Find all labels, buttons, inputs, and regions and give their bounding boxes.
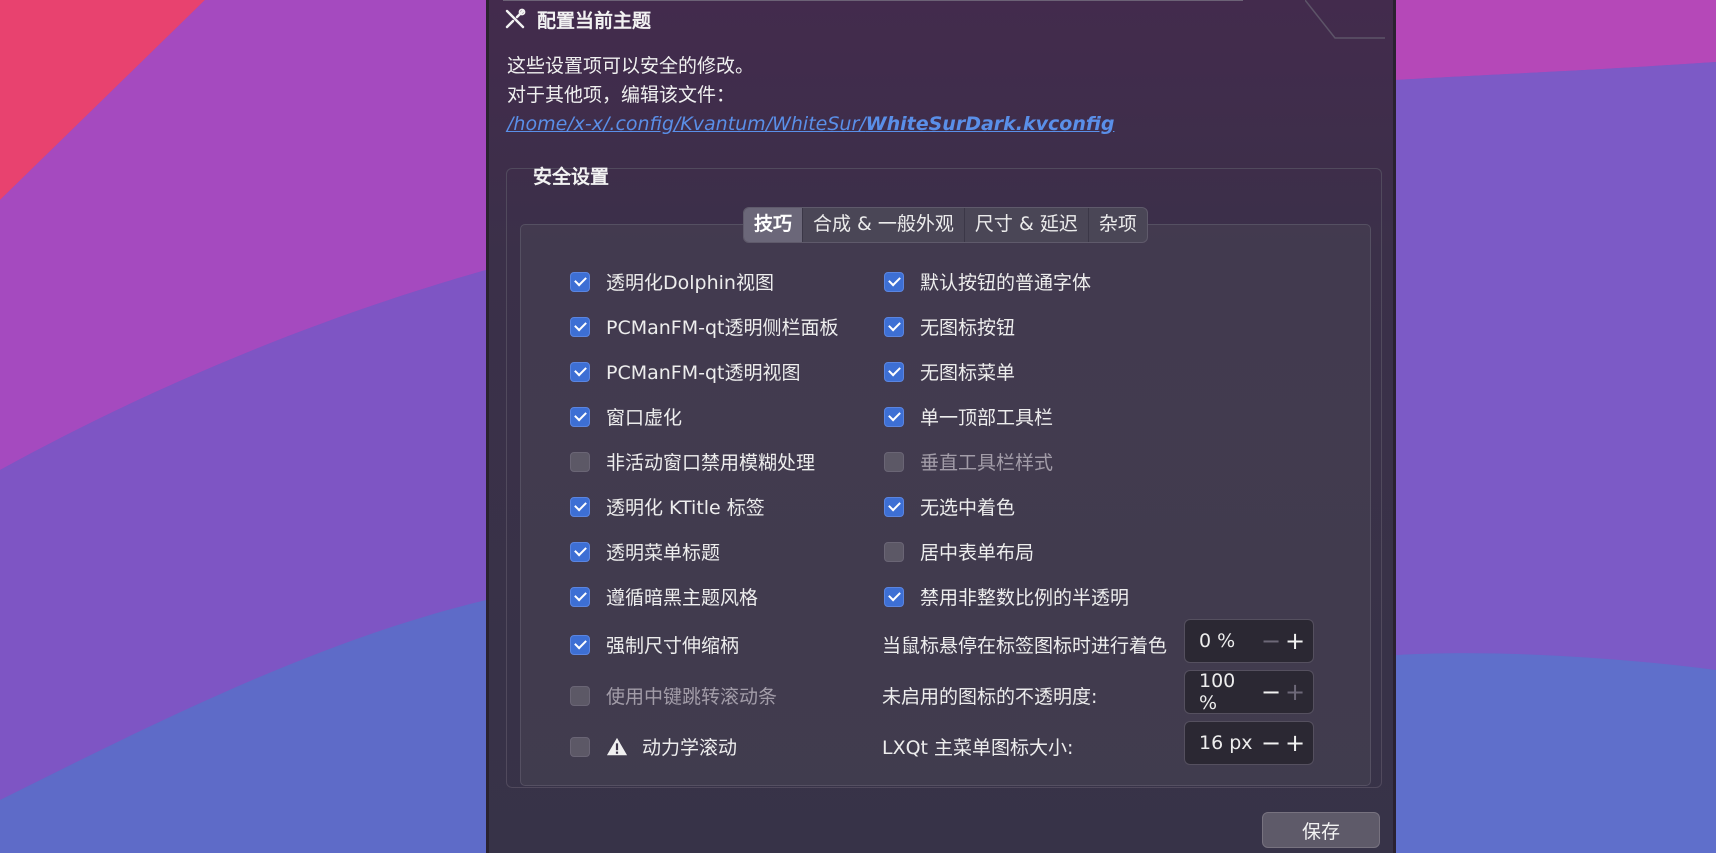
option-pcmanfm-transparent-view[interactable]: PCManFM-qt透明视图 — [570, 358, 801, 385]
checkbox[interactable] — [570, 406, 590, 427]
checkbox[interactable] — [570, 736, 590, 757]
config-file-dir: /home/x-x/.config/Kvantum/WhiteSur/ — [507, 113, 866, 135]
info-text: 这些设置项可以安全的修改。 对于其他项，编辑该文件： /home/x-x/.co… — [507, 52, 1114, 139]
disabled-icon-opacity-label: 未启用的图标的不透明度: — [882, 686, 1098, 708]
tab-miscellaneous[interactable]: 杂项 — [1089, 208, 1147, 242]
option-label: PCManFM-qt透明视图 — [606, 362, 801, 384]
decrement-button[interactable]: − — [1259, 678, 1283, 706]
tab-bar: 技巧 合成 & 一般外观 尺寸 & 延迟 杂项 — [743, 207, 1148, 243]
spinbox-value: 0 % — [1199, 630, 1236, 652]
save-button[interactable]: 保存 — [1262, 812, 1380, 848]
checkbox[interactable] — [570, 496, 590, 517]
option-no-selection-tint[interactable]: 无选中着色 — [884, 493, 1015, 520]
option-label: 禁用非整数比例的半透明 — [920, 587, 1130, 609]
option-label: 无图标菜单 — [920, 362, 1016, 384]
decrement-button[interactable]: − — [1259, 627, 1283, 655]
option-label: 无选中着色 — [920, 497, 1016, 519]
option-vertical-toolbar-style[interactable]: 垂直工具栏样式 — [884, 448, 1053, 475]
option-label: 单一顶部工具栏 — [920, 407, 1054, 429]
option-label: 非活动窗口禁用模糊处理 — [606, 452, 816, 474]
info-line-1: 这些设置项可以安全的修改。 — [507, 55, 755, 77]
checkbox[interactable] — [884, 406, 904, 427]
decrement-button[interactable]: − — [1259, 729, 1283, 757]
checkbox[interactable] — [884, 361, 904, 382]
option-transparent-dolphin-view[interactable]: 透明化Dolphin视图 — [570, 268, 774, 295]
safe-settings-title: 安全设置 — [533, 166, 610, 188]
tab-tricks[interactable]: 技巧 — [744, 208, 804, 242]
tools-icon — [505, 8, 526, 29]
spinbox-value: 100 % — [1199, 670, 1236, 714]
increment-button[interactable]: + — [1283, 627, 1307, 655]
option-normal-default-button-font[interactable]: 默认按钮的普通字体 — [884, 268, 1091, 295]
checkbox[interactable] — [884, 271, 904, 292]
increment-button[interactable]: + — [1283, 678, 1307, 706]
option-label: 垂直工具栏样式 — [920, 452, 1054, 474]
option-label: 窗口虚化 — [606, 407, 683, 429]
option-label: 居中表单布局 — [920, 542, 1035, 564]
option-label: 无图标按钮 — [920, 317, 1016, 339]
option-iconless-buttons[interactable]: 无图标按钮 — [884, 313, 1015, 340]
panel-corner-decoration — [1305, 0, 1385, 39]
checkbox[interactable] — [884, 316, 904, 337]
option-single-top-toolbar[interactable]: 单一顶部工具栏 — [884, 403, 1053, 430]
option-window-blur[interactable]: 窗口虚化 — [570, 403, 682, 430]
option-label: 透明化Dolphin视图 — [606, 272, 774, 294]
option-force-size-grip[interactable]: 强制尺寸伸缩柄 — [570, 631, 739, 658]
checkbox[interactable] — [570, 451, 590, 472]
tint-on-hover-spinbox[interactable]: 0 % − + — [1184, 619, 1314, 663]
option-no-fractional-translucency[interactable]: 禁用非整数比例的半透明 — [884, 583, 1129, 610]
checkbox[interactable] — [570, 316, 590, 337]
checkbox[interactable] — [884, 496, 904, 517]
checkbox[interactable] — [570, 634, 590, 655]
disabled-icon-opacity-spinbox[interactable]: 100 % − + — [1184, 670, 1314, 714]
lxqt-menu-icon-size-spinbox[interactable]: 16 px − + — [1184, 721, 1314, 765]
option-respect-dark-style[interactable]: 遵循暗黑主题风格 — [570, 583, 758, 610]
checkbox[interactable] — [570, 541, 590, 562]
tab-sizes-delays[interactable]: 尺寸 & 延迟 — [965, 208, 1089, 242]
option-kinetic-scrolling[interactable]: 动力学滚动 — [570, 733, 737, 760]
option-transparent-ktitle-label[interactable]: 透明化 KTitle 标签 — [570, 493, 765, 520]
checkbox[interactable] — [884, 451, 904, 472]
checkbox[interactable] — [570, 685, 590, 706]
checkbox[interactable] — [570, 361, 590, 382]
tint-on-hover-label: 当鼠标悬停在标签图标时进行着色 — [882, 635, 1168, 657]
section-title: 配置当前主题 — [503, 6, 651, 32]
section-title-text: 配置当前主题 — [537, 9, 652, 32]
spinbox-value: 16 px — [1199, 732, 1253, 754]
option-centered-form-layout[interactable]: 居中表单布局 — [884, 538, 1034, 565]
option-label: PCManFM-qt透明侧栏面板 — [606, 317, 839, 339]
warning-triangle-icon — [606, 737, 628, 755]
option-label: 透明菜单标题 — [606, 542, 721, 564]
option-iconless-menus[interactable]: 无图标菜单 — [884, 358, 1015, 385]
option-middle-click-scroll[interactable]: 使用中键跳转滚动条 — [570, 682, 777, 709]
option-label: 强制尺寸伸缩柄 — [606, 635, 740, 657]
option-pcmanfm-transparent-side-pane[interactable]: PCManFM-qt透明侧栏面板 — [570, 313, 839, 340]
config-file-link[interactable]: /home/x-x/.config/Kvantum/WhiteSur/White… — [507, 113, 1114, 135]
tab-compositing-appearance[interactable]: 合成 & 一般外观 — [803, 208, 965, 242]
increment-button[interactable]: + — [1283, 729, 1307, 757]
panel-top-border — [503, 0, 1243, 1]
info-line-2: 对于其他项，编辑该文件： — [507, 84, 736, 106]
lxqt-menu-icon-size-label: LXQt 主菜单图标大小: — [882, 737, 1074, 759]
checkbox[interactable] — [884, 541, 904, 562]
config-file-name: WhiteSurDark.kvconfig — [865, 113, 1115, 135]
option-label: 遵循暗黑主题风格 — [606, 587, 759, 609]
option-no-inactive-blur[interactable]: 非活动窗口禁用模糊处理 — [570, 448, 815, 475]
option-transparent-menu-title[interactable]: 透明菜单标题 — [570, 538, 720, 565]
option-label: 动力学滚动 — [642, 737, 738, 759]
option-label: 透明化 KTitle 标签 — [606, 497, 765, 519]
checkbox[interactable] — [570, 586, 590, 607]
checkbox[interactable] — [884, 586, 904, 607]
option-label: 默认按钮的普通字体 — [920, 272, 1092, 294]
checkbox[interactable] — [570, 271, 590, 292]
option-label: 使用中键跳转滚动条 — [606, 686, 778, 708]
